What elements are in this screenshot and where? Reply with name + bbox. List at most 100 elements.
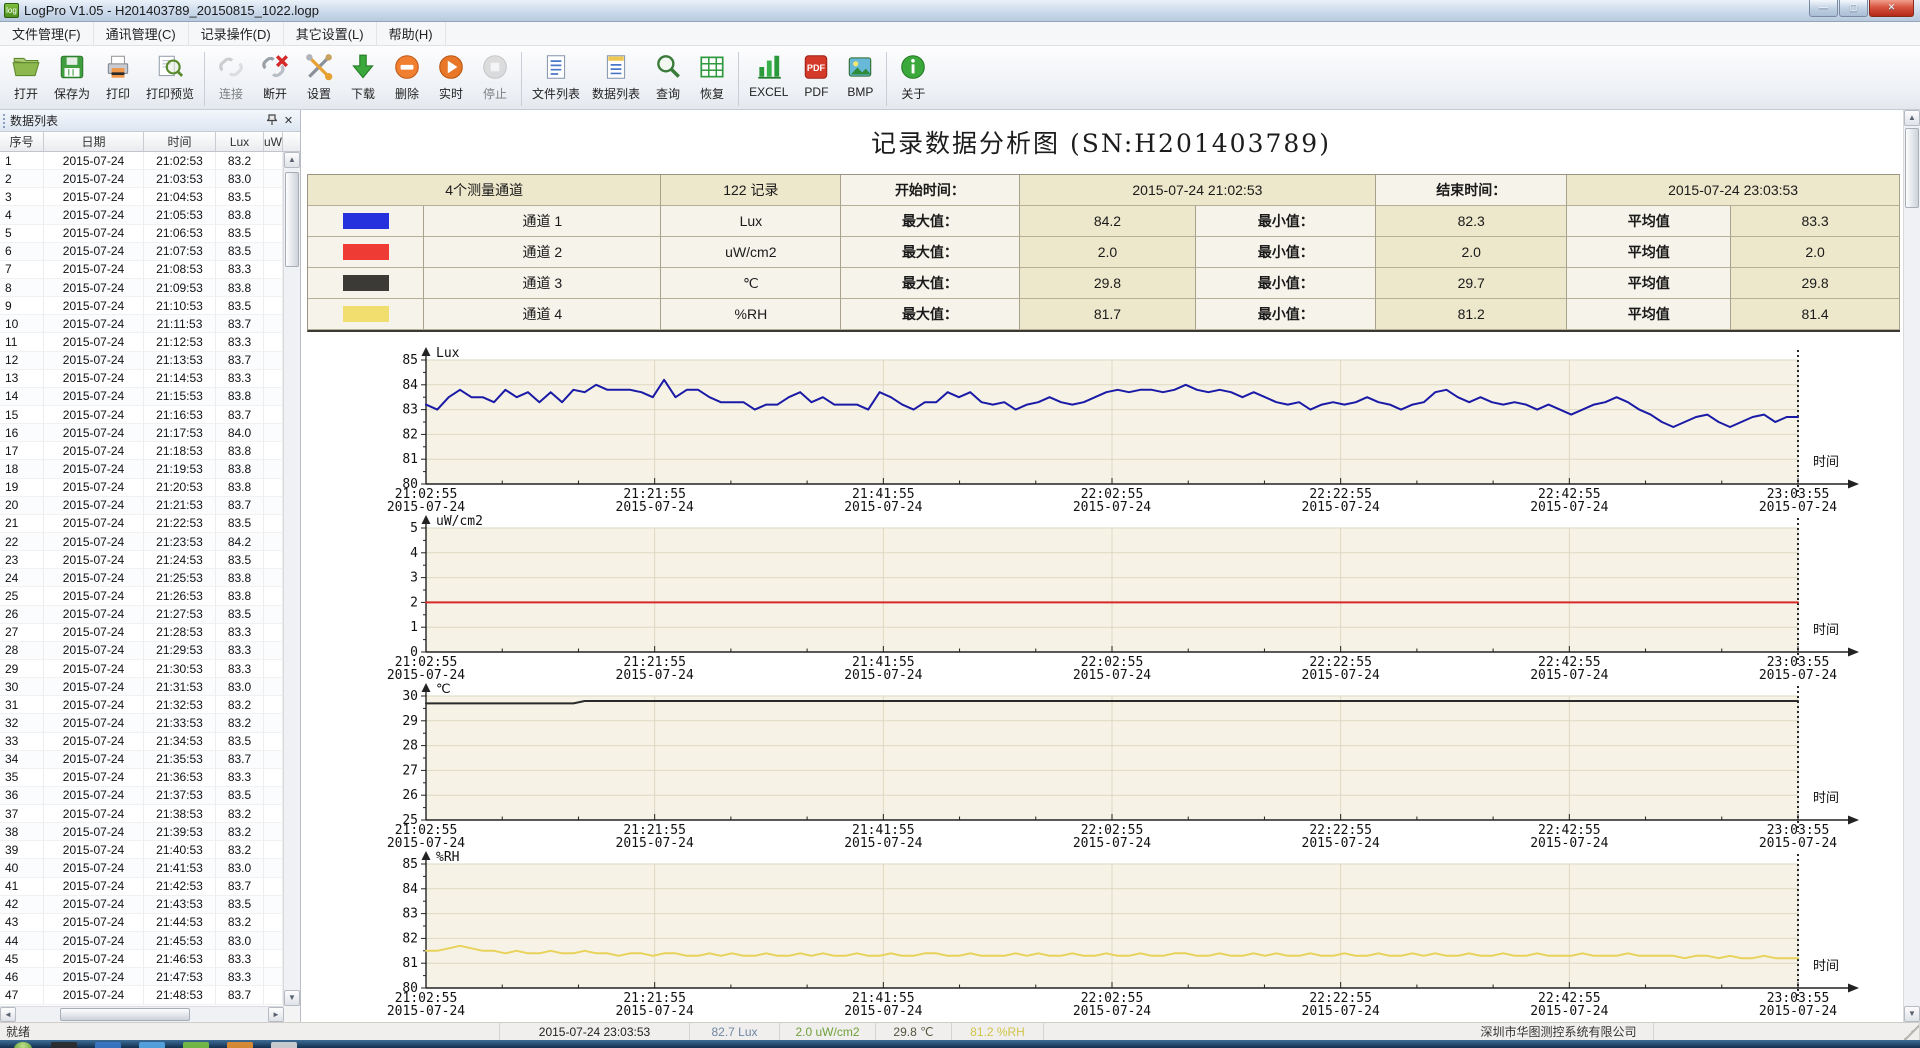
table-row[interactable]: 132015-07-2421:14:5383.3 [0, 370, 283, 388]
table-row[interactable]: 192015-07-2421:20:5383.8 [0, 479, 283, 497]
menu-item-4[interactable]: 帮助(H) [377, 22, 446, 45]
close-button[interactable]: ✕ [1869, 0, 1914, 17]
table-row[interactable]: 82015-07-2421:09:5383.8 [0, 279, 283, 297]
table-row[interactable]: 432015-07-2421:44:5383.2 [0, 914, 283, 932]
scroll-up-icon[interactable]: ▲ [1904, 110, 1920, 126]
table-row[interactable]: 152015-07-2421:16:5383.7 [0, 406, 283, 424]
table-row[interactable]: 312015-07-2421:32:5383.2 [0, 696, 283, 714]
main-vscroll-thumb[interactable] [1905, 128, 1919, 208]
scroll-up-icon[interactable]: ▲ [284, 152, 300, 168]
menu-item-3[interactable]: 其它设置(L) [284, 22, 377, 45]
column-header-1[interactable]: 日期 [44, 132, 144, 151]
table-row[interactable]: 422015-07-2421:43:5383.5 [0, 896, 283, 914]
grid-vertical-scrollbar[interactable]: ▲ ▼ [283, 152, 300, 1006]
table-row[interactable]: 362015-07-2421:37:5383.5 [0, 787, 283, 805]
table-row[interactable]: 412015-07-2421:42:5383.7 [0, 878, 283, 896]
titlebar[interactable]: log LogPro V1.05 - H201403789_20150815_1… [0, 0, 1920, 22]
toolbar-button-download[interactable]: 下载 [341, 49, 385, 104]
menu-item-2[interactable]: 记录操作(D) [189, 22, 284, 45]
scroll-down-icon[interactable]: ▼ [284, 990, 300, 1006]
table-row[interactable]: 472015-07-2421:48:5383.7 [0, 986, 283, 1004]
table-row[interactable]: 32015-07-2421:04:5383.5 [0, 188, 283, 206]
table-row[interactable]: 62015-07-2421:07:5383.5 [0, 243, 283, 261]
close-panel-icon[interactable]: ✕ [280, 112, 297, 128]
taskbar-item-icon[interactable] [227, 1042, 253, 1048]
grid-hscroll-thumb[interactable] [60, 1008, 190, 1021]
toolbar-button-realtime[interactable]: 实时 [429, 49, 473, 104]
table-row[interactable]: 162015-07-2421:17:5384.0 [0, 424, 283, 442]
table-row[interactable]: 302015-07-2421:31:5383.0 [0, 678, 283, 696]
chart-4[interactable]: 85848382818021:02:552015-07-2421:21:5520… [301, 850, 1901, 1018]
scroll-left-icon[interactable]: ◄ [0, 1007, 16, 1022]
table-row[interactable]: 212015-07-2421:22:5383.5 [0, 515, 283, 533]
table-row[interactable]: 122015-07-2421:13:5383.7 [0, 352, 283, 370]
table-row[interactable]: 112015-07-2421:12:5383.3 [0, 333, 283, 351]
table-row[interactable]: 222015-07-2421:23:5384.2 [0, 533, 283, 551]
table-row[interactable]: 12015-07-2421:02:5383.2 [0, 152, 283, 170]
table-row[interactable]: 392015-07-2421:40:5383.2 [0, 841, 283, 859]
table-row[interactable]: 332015-07-2421:34:5383.5 [0, 733, 283, 751]
chart-1[interactable]: 85848382818021:02:552015-07-2421:21:5520… [301, 346, 1901, 514]
table-row[interactable]: 402015-07-2421:41:5383.0 [0, 859, 283, 877]
table-row[interactable]: 22015-07-2421:03:5383.0 [0, 170, 283, 188]
table-row[interactable]: 252015-07-2421:26:5383.8 [0, 587, 283, 605]
table-row[interactable]: 382015-07-2421:39:5383.2 [0, 823, 283, 841]
toolbar-button-disconnect[interactable]: 断开 [253, 49, 297, 104]
windows-taskbar[interactable] [0, 1040, 1920, 1048]
table-row[interactable]: 182015-07-2421:19:5383.8 [0, 460, 283, 478]
table-row[interactable]: 352015-07-2421:36:5383.3 [0, 769, 283, 787]
toolbar-button-print-preview[interactable]: 打印预览 [140, 49, 200, 104]
toolbar-button-restore[interactable]: 恢复 [690, 49, 734, 104]
toolbar-button-save[interactable]: 保存为 [48, 49, 96, 104]
table-row[interactable]: 462015-07-2421:47:5383.3 [0, 968, 283, 986]
chart-2[interactable]: 54321021:02:552015-07-2421:21:552015-07-… [301, 514, 1901, 682]
taskbar-item-icon[interactable] [51, 1042, 77, 1048]
toolbar-button-bmp[interactable]: BMP [838, 49, 882, 101]
table-row[interactable]: 242015-07-2421:25:5383.8 [0, 569, 283, 587]
column-header-3[interactable]: Lux [216, 132, 264, 151]
toolbar-button-file-list[interactable]: 文件列表 [526, 49, 586, 104]
table-row[interactable]: 452015-07-2421:46:5383.3 [0, 950, 283, 968]
minimize-button[interactable]: — [1809, 0, 1838, 17]
toolbar-button-data-list[interactable]: 数据列表 [586, 49, 646, 104]
toolbar-button-settings[interactable]: 设置 [297, 49, 341, 104]
table-row[interactable]: 102015-07-2421:11:5383.7 [0, 315, 283, 333]
menu-item-1[interactable]: 通讯管理(C) [94, 22, 189, 45]
taskbar-item-icon[interactable] [139, 1042, 165, 1048]
toolbar-button-delete[interactable]: 删除 [385, 49, 429, 104]
table-row[interactable]: 322015-07-2421:33:5383.2 [0, 714, 283, 732]
scroll-right-icon[interactable]: ► [268, 1007, 284, 1022]
start-button-icon[interactable] [14, 1042, 32, 1048]
table-row[interactable]: 202015-07-2421:21:5383.7 [0, 497, 283, 515]
chart-3[interactable]: 30292827262521:02:552015-07-2421:21:5520… [301, 682, 1901, 850]
table-row[interactable]: 442015-07-2421:45:5383.0 [0, 932, 283, 950]
grid-vscroll-thumb[interactable] [285, 172, 299, 267]
taskbar-item-icon[interactable] [183, 1042, 209, 1048]
panel-header[interactable]: 数据列表 ✕ [0, 110, 300, 132]
toolbar-button-print[interactable]: 打印 [96, 49, 140, 104]
table-row[interactable]: 272015-07-2421:28:5383.3 [0, 624, 283, 642]
menu-item-0[interactable]: 文件管理(F) [0, 22, 94, 45]
taskbar-item-icon[interactable] [271, 1042, 297, 1048]
table-row[interactable]: 342015-07-2421:35:5383.7 [0, 751, 283, 769]
table-row[interactable]: 282015-07-2421:29:5383.3 [0, 642, 283, 660]
table-row[interactable]: 372015-07-2421:38:5383.2 [0, 805, 283, 823]
column-header-0[interactable]: 序号 [0, 132, 44, 151]
grid-horizontal-scrollbar[interactable]: ◄ ► [0, 1006, 284, 1022]
toolbar-button-folder-open[interactable]: 打开 [4, 49, 48, 104]
toolbar-button-pdf[interactable]: PDFPDF [794, 49, 838, 101]
toolbar-button-search[interactable]: 查询 [646, 49, 690, 104]
table-row[interactable]: 172015-07-2421:18:5383.8 [0, 442, 283, 460]
table-row[interactable]: 262015-07-2421:27:5383.5 [0, 606, 283, 624]
taskbar-item-icon[interactable] [95, 1042, 121, 1048]
column-header-2[interactable]: 时间 [144, 132, 216, 151]
table-row[interactable]: 142015-07-2421:15:5383.8 [0, 388, 283, 406]
table-row[interactable]: 52015-07-2421:06:5383.5 [0, 225, 283, 243]
table-row[interactable]: 72015-07-2421:08:5383.3 [0, 261, 283, 279]
column-header-4[interactable]: uW [264, 132, 283, 151]
table-row[interactable]: 232015-07-2421:24:5383.5 [0, 551, 283, 569]
toolbar-button-about[interactable]: 关于 [891, 49, 935, 104]
table-row[interactable]: 92015-07-2421:10:5383.5 [0, 297, 283, 315]
scroll-down-icon[interactable]: ▼ [1904, 1006, 1920, 1022]
table-row[interactable]: 292015-07-2421:30:5383.3 [0, 660, 283, 678]
